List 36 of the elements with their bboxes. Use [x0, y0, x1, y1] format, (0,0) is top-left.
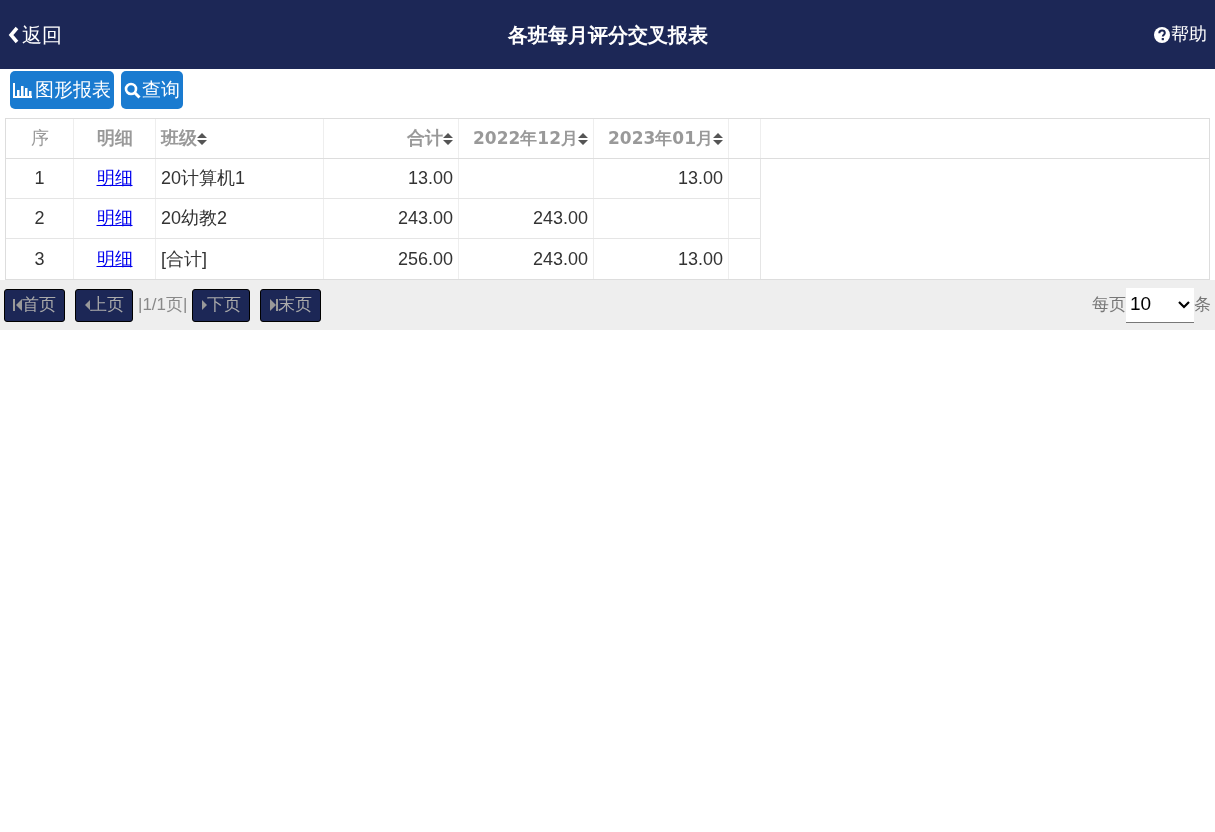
page-title: 各班每月评分交叉报表	[508, 22, 708, 48]
arrow-icon	[13, 298, 22, 312]
arrow-icon	[84, 298, 90, 312]
table-cell-text: 2	[34, 207, 45, 230]
table-cell-text: [合计]	[161, 247, 207, 271]
question-circle-icon	[1154, 26, 1170, 43]
table-cell-text: 20幼教2	[161, 207, 228, 230]
table-cell-text: 243.00	[532, 207, 588, 230]
table-cell-text: 13.00	[677, 247, 723, 271]
chart-report-button[interactable]: 图形报表	[10, 71, 114, 109]
page-info: |1/1页|	[138, 294, 188, 317]
table-cell-text: 13.00	[407, 167, 453, 190]
back-button[interactable]: 返回	[8, 19, 62, 50]
arrow-icon	[201, 298, 208, 312]
column-header: 序	[30, 127, 49, 150]
bar-chart-icon	[13, 82, 33, 98]
chevron-down-icon	[1178, 300, 1190, 309]
table-cell-text: 256.00	[397, 247, 453, 271]
table-cell-text: 3	[34, 247, 45, 271]
column-header: 明细	[96, 127, 133, 150]
help-button[interactable]: 帮助	[1154, 21, 1207, 48]
table-cell-text: 1	[34, 167, 45, 190]
arrow-icon	[269, 298, 279, 312]
per-page-label: 每页	[1092, 294, 1126, 317]
search-icon	[124, 81, 141, 99]
chevron-left-icon	[8, 25, 20, 44]
table-cell-text: 243.00	[397, 207, 453, 230]
detail-link[interactable]: 明细	[96, 165, 133, 192]
detail-link[interactable]: 明细	[96, 205, 133, 232]
per-page-unit: 条	[1194, 294, 1211, 317]
detail-link[interactable]: 明细	[96, 245, 133, 273]
table-cell-text: 243.00	[532, 247, 588, 271]
page-size-select[interactable]: 10	[1126, 287, 1194, 323]
table-cell-text: 20计算机1	[161, 167, 246, 190]
search-button[interactable]: 查询	[121, 71, 183, 109]
table-cell-text: 13.00	[677, 167, 723, 190]
